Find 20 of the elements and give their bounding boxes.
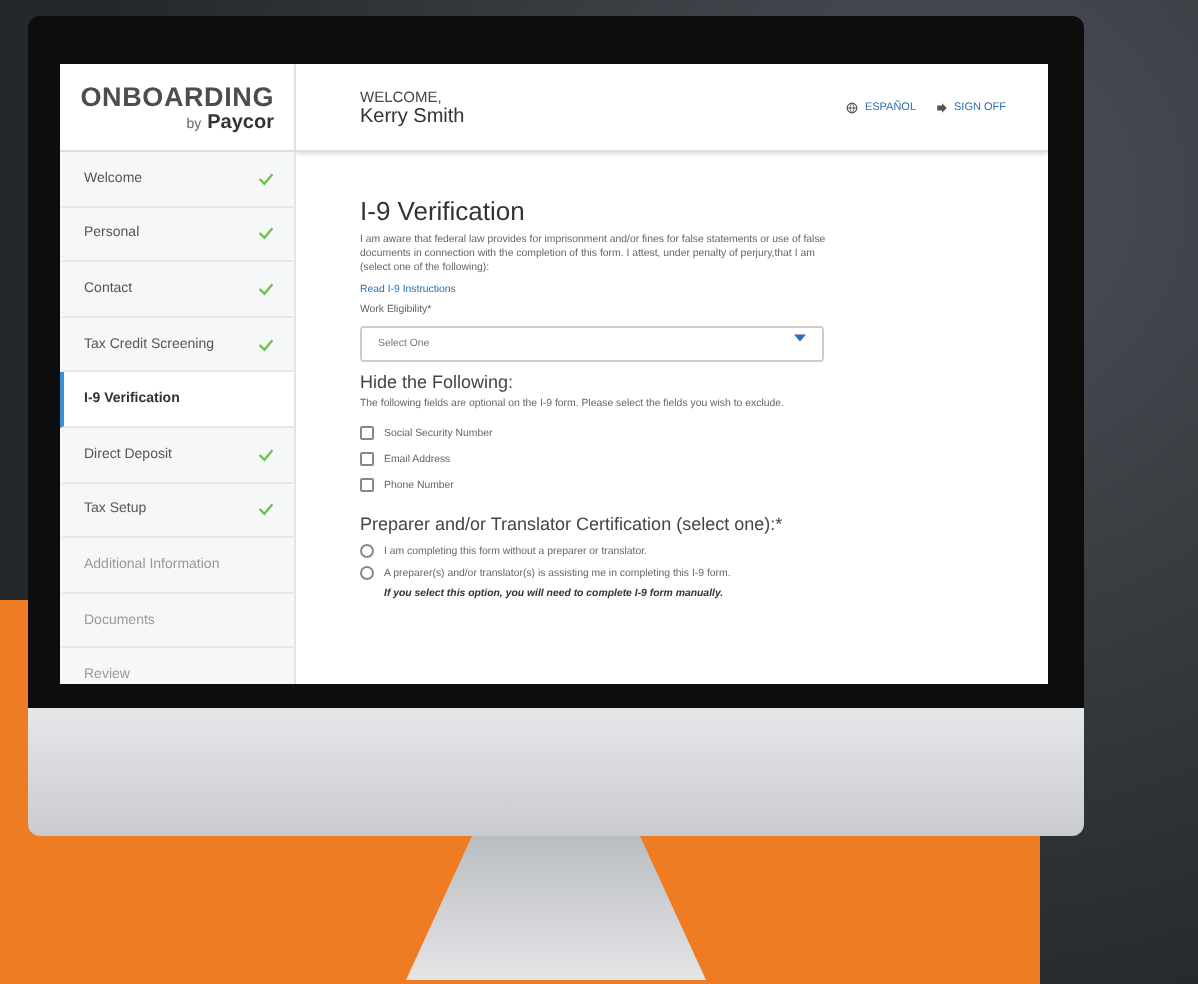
caret-icon bbox=[794, 334, 806, 342]
page-title: I-9 Verification bbox=[360, 196, 525, 226]
user-name: Kerry Smith bbox=[360, 105, 465, 127]
checkmark-icon bbox=[258, 281, 274, 296]
logo-title: ONBOARDING bbox=[80, 81, 274, 111]
radio-button[interactable] bbox=[360, 566, 374, 580]
section-heading: Preparer and/or Translator Certification (select one):* bbox=[360, 514, 783, 534]
logo-brand: Paycor bbox=[207, 111, 274, 133]
checkbox[interactable] bbox=[360, 452, 374, 466]
globe-icon bbox=[846, 101, 859, 113]
checkbox[interactable] bbox=[360, 426, 374, 440]
sign-out-icon bbox=[936, 101, 949, 113]
checkmark-icon bbox=[258, 447, 274, 462]
section-heading: Hide the Following: bbox=[360, 372, 514, 392]
checkmark-icon bbox=[258, 171, 274, 186]
checkbox[interactable] bbox=[360, 478, 374, 492]
checkmark-icon bbox=[258, 226, 274, 241]
radio-button[interactable] bbox=[360, 544, 374, 558]
checkmark-icon bbox=[258, 337, 274, 352]
checkmark-icon bbox=[258, 502, 274, 517]
